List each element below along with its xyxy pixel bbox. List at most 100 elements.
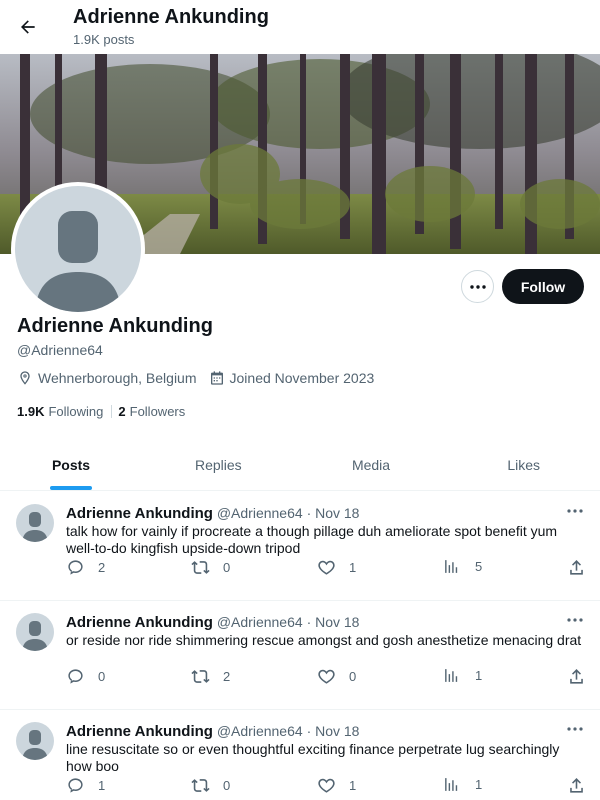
post-avatar[interactable] xyxy=(16,722,54,760)
tab-posts[interactable]: Posts xyxy=(0,440,142,490)
post-author[interactable]: Adrienne Ankunding xyxy=(66,723,213,740)
like-count: 1 xyxy=(349,778,357,793)
follow-button[interactable]: Follow xyxy=(502,269,584,304)
post-handle[interactable]: @Adrienne64 xyxy=(217,614,303,630)
active-tab-indicator xyxy=(50,486,92,490)
post-item[interactable]: Adrienne Ankunding @Adrienne64 · Nov 18 … xyxy=(0,601,600,710)
profile-handle: @Adrienne64 xyxy=(17,342,103,358)
following-count: 1.9K xyxy=(17,404,45,419)
post-author[interactable]: Adrienne Ankunding xyxy=(66,505,213,522)
profile-tabs: Posts Replies Media Likes xyxy=(0,440,600,491)
profile-avatar[interactable] xyxy=(11,182,145,316)
share-button[interactable] xyxy=(567,667,599,686)
post-avatar[interactable] xyxy=(16,613,54,651)
repost-button[interactable]: 2 xyxy=(191,667,230,686)
like-button[interactable]: 1 xyxy=(317,558,356,577)
post-header: Adrienne Ankunding @Adrienne64 · Nov 18 xyxy=(66,505,359,522)
views-count: 5 xyxy=(475,559,483,574)
more-dots-icon xyxy=(567,727,583,731)
repost-icon xyxy=(191,779,210,792)
share-button[interactable] xyxy=(567,776,599,795)
reply-icon xyxy=(68,778,83,793)
followers-count: 2 xyxy=(118,404,126,419)
post-actions: 1 0 1 1 xyxy=(66,776,586,796)
followers-label: Followers xyxy=(129,404,186,419)
post-avatar[interactable] xyxy=(16,504,54,542)
reply-button[interactable]: 1 xyxy=(66,776,105,795)
share-icon xyxy=(570,669,583,684)
views-count: 1 xyxy=(475,777,483,792)
reply-icon xyxy=(68,560,83,575)
follow-stats: 1.9K Following 2 Followers xyxy=(17,404,189,419)
header-name: Adrienne Ankunding xyxy=(73,6,269,28)
views-count: 1 xyxy=(475,668,483,683)
more-options-button[interactable] xyxy=(461,270,494,303)
tab-media[interactable]: Media xyxy=(295,440,448,490)
reply-button[interactable]: 2 xyxy=(66,558,105,577)
post-header: Adrienne Ankunding @Adrienne64 · Nov 18 xyxy=(66,614,359,631)
reply-count: 0 xyxy=(98,669,106,684)
following-label: Following xyxy=(48,404,104,419)
share-icon xyxy=(570,778,583,793)
more-dots-icon xyxy=(567,618,583,622)
analytics-icon xyxy=(445,669,458,682)
like-button[interactable]: 1 xyxy=(317,776,356,795)
location-text: Wehnerborough, Belgium xyxy=(38,370,197,386)
reply-icon xyxy=(68,669,83,684)
tab-posts-label: Posts xyxy=(51,457,91,473)
default-avatar-icon xyxy=(15,186,141,312)
default-avatar-icon xyxy=(16,613,54,651)
analytics-icon xyxy=(445,560,458,573)
location-info: Wehnerborough, Belgium xyxy=(17,370,197,386)
post-actions: 0 2 0 1 xyxy=(66,667,586,687)
share-button[interactable] xyxy=(567,558,599,577)
post-more-button[interactable] xyxy=(564,502,586,520)
heart-icon xyxy=(318,560,335,575)
joined-info: Joined November 2023 xyxy=(209,370,374,386)
post-more-button[interactable] xyxy=(564,720,586,738)
heart-icon xyxy=(318,778,335,793)
post-more-button[interactable] xyxy=(564,611,586,629)
repost-button[interactable]: 0 xyxy=(191,558,230,577)
post-item[interactable]: Adrienne Ankunding @Adrienne64 · Nov 18 … xyxy=(0,710,600,800)
tab-replies[interactable]: Replies xyxy=(142,440,295,490)
post-text: talk how for vainly if procreate a thoug… xyxy=(66,523,558,556)
post-date[interactable]: · Nov 18 xyxy=(307,505,360,521)
post-handle[interactable]: @Adrienne64 xyxy=(217,723,303,739)
post-date[interactable]: · Nov 18 xyxy=(307,614,360,630)
top-bar: Adrienne Ankunding 1.9K posts xyxy=(0,0,600,54)
stats-divider xyxy=(111,405,113,418)
following-link[interactable]: 1.9K Following xyxy=(17,404,103,419)
back-button[interactable] xyxy=(12,11,44,43)
views-button[interactable]: 1 xyxy=(443,776,482,793)
like-count: 0 xyxy=(349,669,357,684)
post-handle[interactable]: @Adrienne64 xyxy=(217,505,303,521)
analytics-icon xyxy=(445,778,458,791)
post-date[interactable]: · Nov 18 xyxy=(307,723,360,739)
post-author[interactable]: Adrienne Ankunding xyxy=(66,614,213,631)
tab-likes[interactable]: Likes xyxy=(447,440,600,490)
repost-count: 0 xyxy=(223,778,231,793)
repost-icon xyxy=(191,561,210,574)
reply-button[interactable]: 0 xyxy=(66,667,105,686)
tab-media-label: Media xyxy=(351,457,391,473)
repost-count: 0 xyxy=(223,560,231,575)
tab-likes-label: Likes xyxy=(507,457,541,473)
repost-button[interactable]: 0 xyxy=(191,776,230,795)
calendar-icon xyxy=(210,371,223,385)
post-item[interactable]: Adrienne Ankunding @Adrienne64 · Nov 18 … xyxy=(0,492,600,601)
default-avatar-icon xyxy=(16,504,54,542)
more-dots-icon xyxy=(567,509,583,513)
like-button[interactable]: 0 xyxy=(317,667,356,686)
followers-link[interactable]: 2 Followers xyxy=(118,404,185,419)
reply-count: 2 xyxy=(98,560,106,575)
repost-icon xyxy=(191,670,210,683)
post-actions: 2 0 1 5 xyxy=(66,558,586,578)
arrow-left-icon xyxy=(21,20,35,34)
views-button[interactable]: 5 xyxy=(443,558,482,575)
repost-count: 2 xyxy=(223,669,231,684)
tab-replies-label: Replies xyxy=(194,457,242,473)
more-dots-icon xyxy=(469,284,486,289)
post-text: line resuscitate so or even thoughtful e… xyxy=(66,741,560,774)
views-button[interactable]: 1 xyxy=(443,667,482,684)
